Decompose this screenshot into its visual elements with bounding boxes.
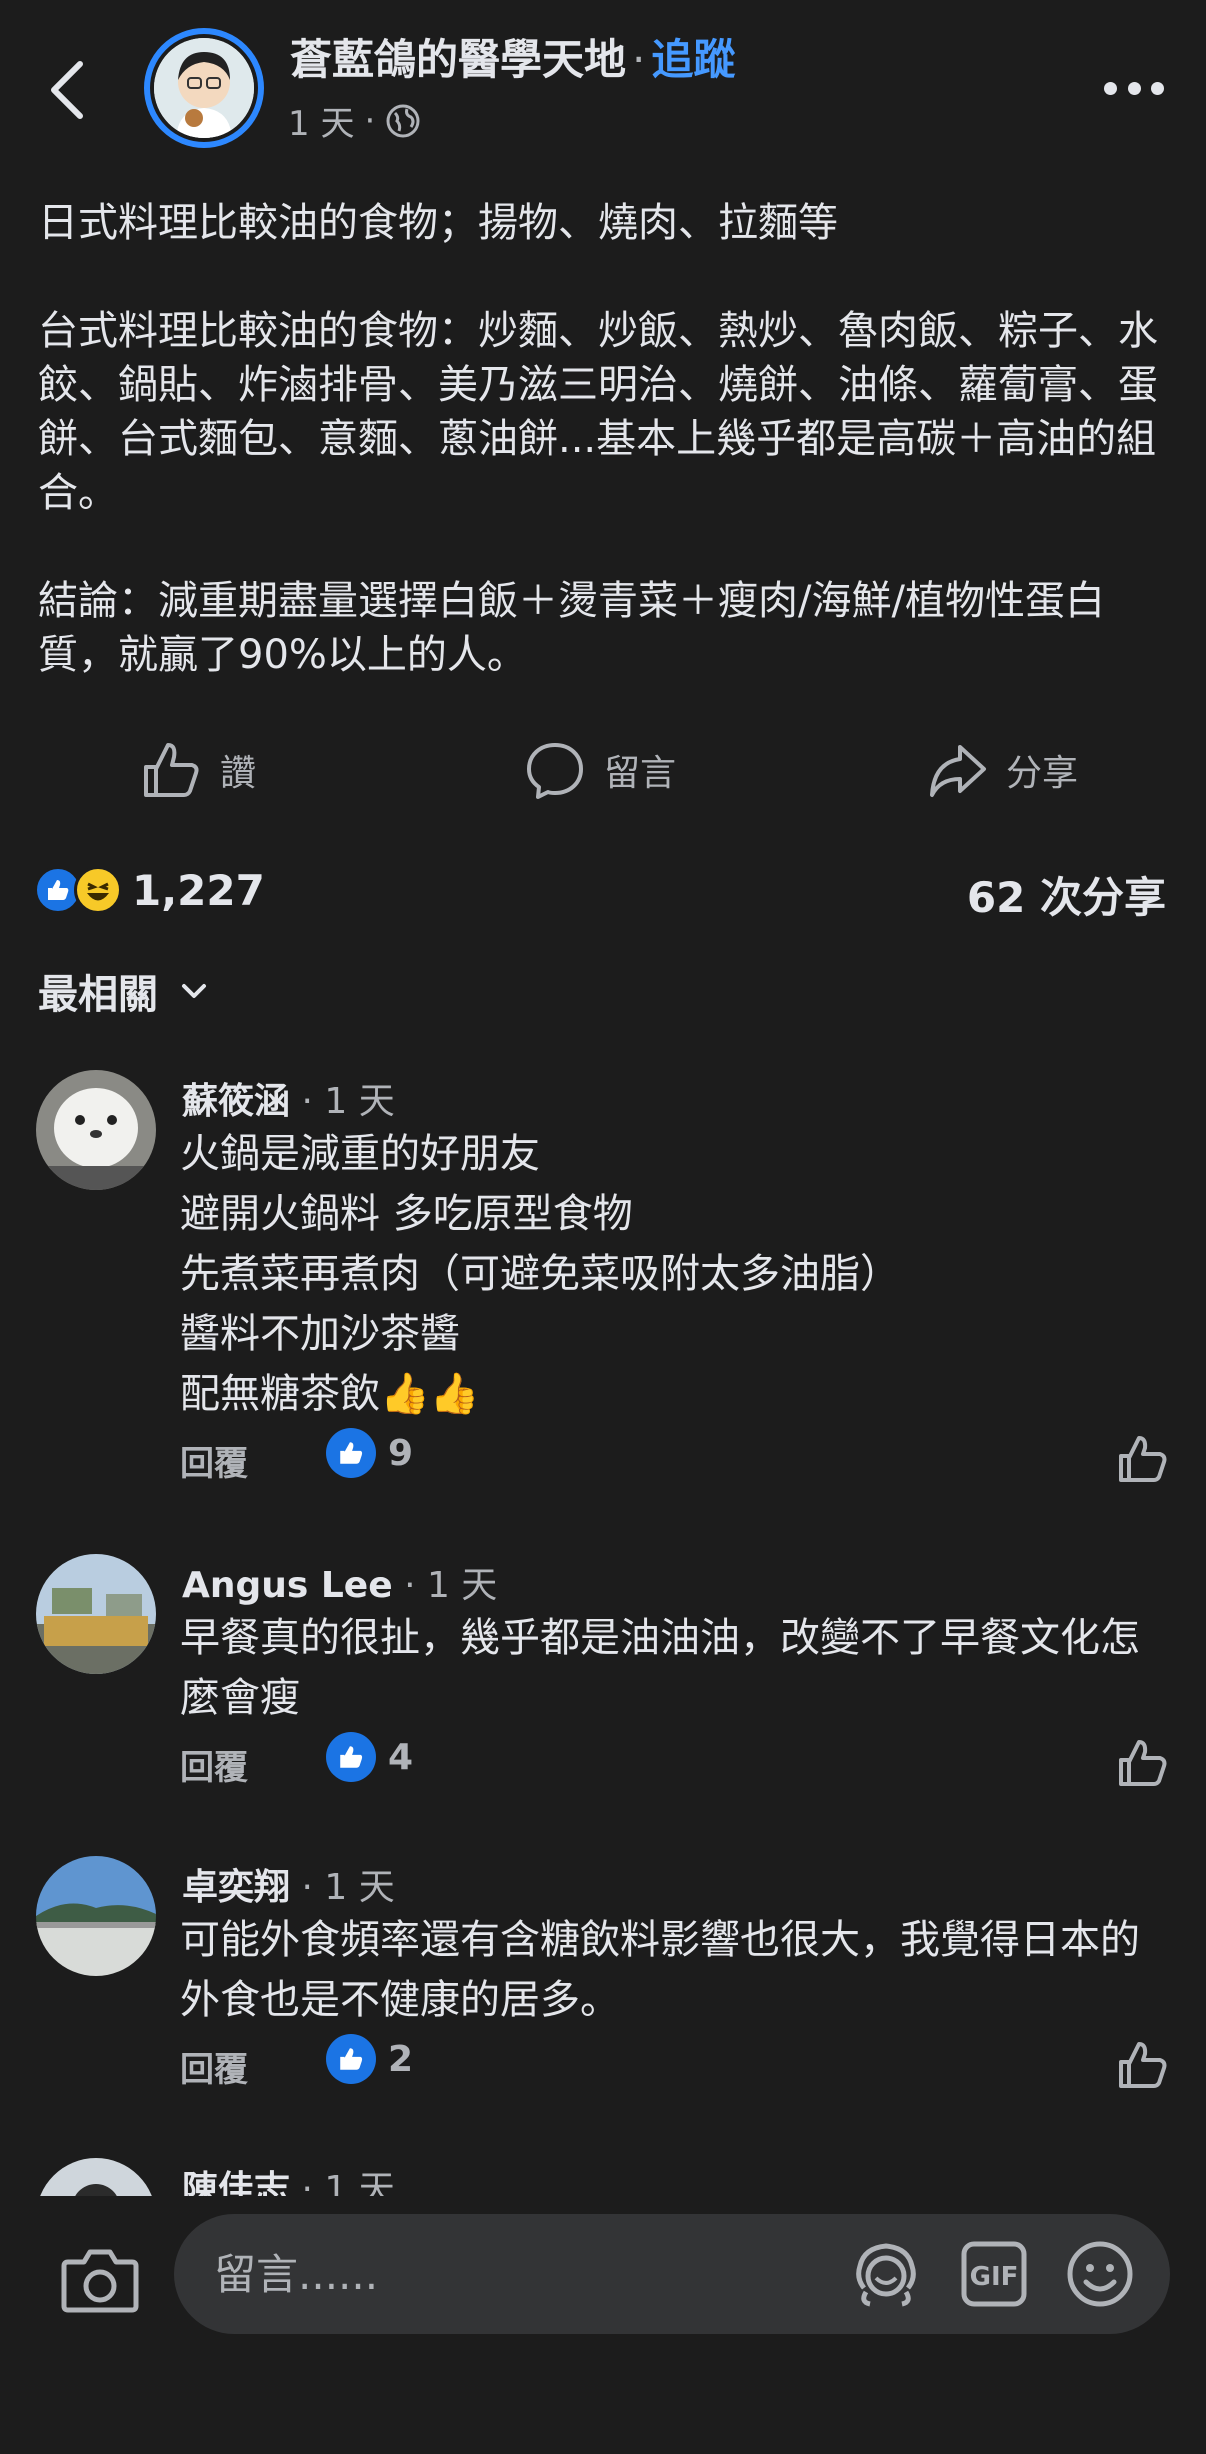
- share-label: 分享: [1006, 753, 1079, 794]
- post-paragraph: 台式料理比較油的食物：炒麵、炒飯、熱炒、魯肉飯、粽子、水餃、鍋貼、炸滷排骨、美乃…: [38, 308, 1158, 516]
- comment-time: · 1 天: [290, 1081, 395, 1122]
- comment-time: · 1 天: [290, 1867, 395, 1908]
- comment-icon: [527, 743, 583, 799]
- like-button[interactable]: 讚: [140, 730, 256, 810]
- post-meta: 1 天 ·: [288, 96, 421, 145]
- comment-footer: 回覆 9: [180, 1428, 1170, 1488]
- comment-header: Angus Lee · 1 天: [182, 1556, 497, 1608]
- comment-header: 蘇筱涵 · 1 天: [182, 1072, 395, 1124]
- post-time[interactable]: 1 天: [288, 96, 354, 145]
- like-icon[interactable]: [1116, 1432, 1170, 1486]
- comment-author[interactable]: 蘇筱涵: [182, 1081, 290, 1122]
- avatar-sticker-icon[interactable]: [850, 2238, 922, 2310]
- post-content: 日式料理比較油的食物；揚物、燒肉、拉麵等 台式料理比較油的食物：炒麵、炒飯、熱炒…: [38, 196, 1178, 736]
- meta-separator: ·: [364, 100, 376, 141]
- comment-text: 火鍋是減重的好朋友 避開火鍋料 多吃原型食物 先煮菜再煮肉（可避免菜吸附太多油脂…: [180, 1131, 900, 1417]
- comment-composer: GIF: [0, 2196, 1206, 2454]
- comment-text: 早餐真的很扯，幾乎都是油油油，改變不了早餐文化怎麼會瘦: [180, 1615, 1140, 1721]
- follow-button[interactable]: 追蹤: [651, 35, 735, 84]
- comment-author[interactable]: Angus Lee: [182, 1565, 393, 1606]
- comment-sort-dropdown[interactable]: 最相關: [38, 962, 210, 1020]
- reaction-count: 1,227: [132, 865, 265, 915]
- comment-like-count[interactable]: 2: [326, 2034, 413, 2084]
- avatar[interactable]: [36, 1070, 156, 1190]
- reply-button[interactable]: 回覆: [180, 1436, 248, 1485]
- svg-text:GIF: GIF: [970, 2262, 1019, 2292]
- avatar[interactable]: [36, 1554, 156, 1674]
- separator-dot: ·: [632, 35, 646, 84]
- share-button[interactable]: 分享: [926, 730, 1078, 810]
- share-count[interactable]: 62 次分享: [967, 864, 1166, 925]
- post-paragraph: 結論：減重期盡量選擇白飯＋燙青菜＋瘦肉/海鮮/植物性蛋白質，就贏了90%以上的人…: [38, 578, 1105, 678]
- comment-label: 留言: [604, 753, 677, 794]
- comment-header: 卓奕翔 · 1 天: [182, 1858, 395, 1910]
- post-action-bar: 讚 留言 分享: [0, 730, 1206, 810]
- post-paragraph: 日式料理比較油的食物；揚物、燒肉、拉麵等: [38, 200, 838, 246]
- page-title: 蒼藍鴿的醫學天地 · 追蹤: [290, 26, 735, 87]
- haha-reaction-icon: [74, 866, 122, 914]
- emoji-icon[interactable]: [1064, 2238, 1136, 2310]
- like-icon[interactable]: [1116, 1736, 1170, 1790]
- reply-button[interactable]: 回覆: [180, 2042, 248, 2091]
- post-header: 蒼藍鴿的醫學天地 · 追蹤 1 天 ·: [0, 0, 1206, 190]
- back-arrow-icon[interactable]: [44, 58, 94, 122]
- camera-icon[interactable]: [60, 2244, 140, 2314]
- comment-like-count[interactable]: 4: [326, 1732, 413, 1782]
- comment-like-count[interactable]: 9: [326, 1428, 413, 1478]
- comment-footer: 回覆 4: [180, 1732, 1170, 1792]
- gif-icon[interactable]: GIF: [958, 2238, 1030, 2310]
- like-icon: [144, 743, 199, 797]
- like-label: 讚: [220, 753, 257, 794]
- comment-text: 可能外食頻率還有含糖飲料影響也很大，我覺得日本的外食也是不健康的居多。: [180, 1917, 1140, 2023]
- reaction-summary[interactable]: 1,227: [34, 860, 265, 920]
- page-avatar[interactable]: [144, 28, 264, 148]
- like-count: 4: [388, 1736, 414, 1778]
- share-icon: [930, 745, 986, 797]
- like-reaction-icon: [326, 1428, 376, 1478]
- globe-icon: [386, 104, 420, 137]
- like-count: 2: [388, 2038, 414, 2080]
- comment-time: · 1 天: [392, 1565, 498, 1606]
- like-count: 9: [388, 1432, 414, 1474]
- sort-label: 最相關: [38, 972, 158, 1018]
- page-name-link[interactable]: 蒼藍鴿的醫學天地: [290, 35, 626, 84]
- comment-button[interactable]: 留言: [524, 730, 676, 810]
- like-reaction-icon: [326, 2034, 376, 2084]
- comment-author[interactable]: 卓奕翔: [182, 1867, 290, 1908]
- avatar[interactable]: [36, 1856, 156, 1976]
- chevron-down-icon: [182, 984, 206, 998]
- like-icon[interactable]: [1116, 2038, 1170, 2092]
- reply-button[interactable]: 回覆: [180, 1740, 248, 1789]
- more-icon[interactable]: [1104, 78, 1164, 98]
- comment-footer: 回覆 2: [180, 2034, 1170, 2094]
- like-reaction-icon: [326, 1732, 376, 1782]
